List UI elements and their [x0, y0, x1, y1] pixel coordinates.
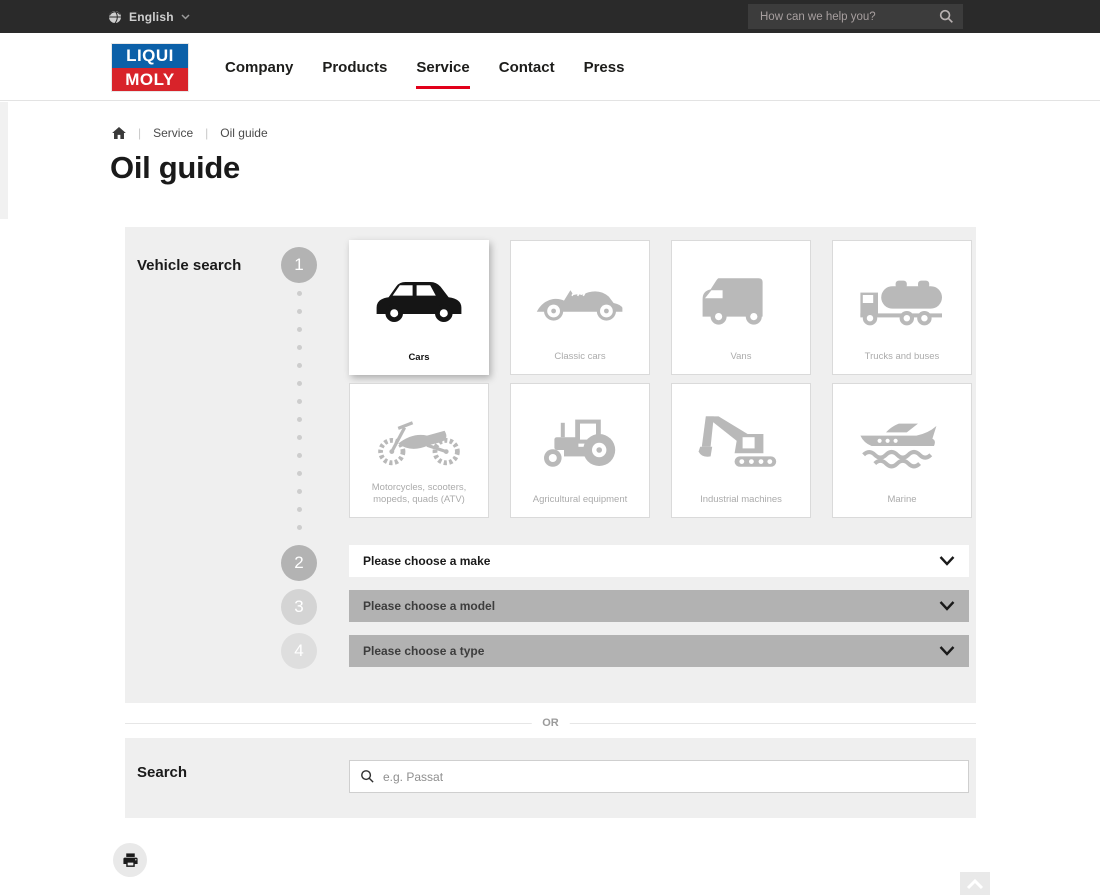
type-dropdown[interactable]: Please choose a type [349, 635, 969, 667]
step-trail-dot [297, 435, 302, 440]
tile-agricultural-equipment[interactable]: Agricultural equipment [510, 383, 650, 518]
chevron-down-icon [181, 14, 190, 20]
oil-guide-page: English LIQUI MOLY Company Products Serv… [0, 0, 1100, 895]
tile-label: Trucks and buses [838, 351, 966, 363]
text-search-panel: Search [125, 738, 976, 818]
tile-industrial-machines[interactable]: Industrial machines [671, 383, 811, 518]
site-search-input[interactable] [748, 11, 939, 23]
step-trail-dot [297, 507, 302, 512]
vehicle-search-label: Vehicle search [137, 257, 241, 274]
chevron-down-icon [939, 646, 955, 656]
nav-item-press[interactable]: Press [584, 53, 625, 82]
language-label: English [129, 10, 174, 24]
globe-icon [108, 10, 122, 24]
nav-item-company[interactable]: Company [225, 53, 293, 82]
car-icon [371, 262, 467, 334]
step-circle-4: 4 [281, 633, 317, 669]
step-circle-2: 2 [281, 545, 317, 581]
page-title: Oil guide [110, 150, 240, 186]
or-divider: OR [125, 714, 976, 732]
tile-label: Classic cars [516, 351, 644, 363]
search-label: Search [137, 764, 187, 781]
step-trail-dot [297, 381, 302, 386]
breadcrumb-service[interactable]: Service [153, 126, 193, 140]
nav-item-service[interactable]: Service [416, 53, 469, 82]
classic-car-icon [532, 263, 628, 335]
home-icon[interactable] [112, 127, 126, 139]
step-trail-dot [297, 489, 302, 494]
model-dropdown-label: Please choose a model [363, 599, 939, 613]
language-selector[interactable]: English [108, 0, 190, 33]
printer-icon [122, 852, 139, 869]
step-circle-1: 1 [281, 247, 317, 283]
make-dropdown-label: Please choose a make [363, 554, 939, 568]
or-label: OR [531, 714, 570, 732]
tile-vans[interactable]: Vans [671, 240, 811, 375]
tile-label: Marine [838, 494, 966, 506]
motorcycle-icon [371, 406, 467, 478]
step-trail-dot [297, 363, 302, 368]
nav-item-products[interactable]: Products [322, 53, 387, 82]
tile-classic-cars[interactable]: Classic cars [510, 240, 650, 375]
chevron-down-icon [939, 601, 955, 611]
step-trail-dot [297, 417, 302, 422]
tile-cars[interactable]: Cars [349, 240, 489, 375]
breadcrumb-separator: | [138, 126, 141, 140]
tile-label: Cars [354, 352, 484, 364]
liqui-moly-logo[interactable]: LIQUI MOLY [112, 44, 188, 91]
type-dropdown-label: Please choose a type [363, 644, 939, 658]
site-search-box [748, 4, 963, 29]
step-trail-dot [297, 471, 302, 476]
boat-icon [854, 406, 950, 478]
print-button[interactable] [113, 843, 147, 877]
model-dropdown[interactable]: Please choose a model [349, 590, 969, 622]
search-icon [360, 769, 375, 784]
tile-label: Vans [677, 351, 805, 363]
step-trail-dot [297, 453, 302, 458]
van-icon [693, 263, 789, 335]
tractor-icon [532, 406, 628, 478]
search-icon[interactable] [939, 9, 954, 24]
vehicle-search-panel: Vehicle search 1 2 3 4 Cars Classic [125, 227, 976, 703]
main-header: LIQUI MOLY Company Products Service Cont… [0, 33, 1100, 101]
scroll-to-top-button[interactable] [960, 872, 990, 895]
chevron-up-icon [966, 879, 984, 890]
excavator-icon [693, 406, 789, 478]
nav-item-contact[interactable]: Contact [499, 53, 555, 82]
tile-label: Agricultural equipment [516, 494, 644, 506]
make-dropdown[interactable]: Please choose a make [349, 545, 969, 577]
step-circle-3: 3 [281, 589, 317, 625]
tile-label: Motorcycles, scooters, mopeds, quads (AT… [355, 482, 483, 505]
vehicle-search-input[interactable] [383, 770, 958, 784]
breadcrumb-oil-guide: Oil guide [220, 126, 267, 140]
breadcrumb-separator: | [205, 126, 208, 140]
logo-line1: LIQUI [112, 44, 188, 68]
truck-icon [854, 263, 950, 335]
tile-marine[interactable]: Marine [832, 383, 972, 518]
main-nav: Company Products Service Contact Press [225, 33, 653, 101]
tile-trucks-and-buses[interactable]: Trucks and buses [832, 240, 972, 375]
breadcrumb: | Service | Oil guide [112, 126, 268, 140]
tile-label: Industrial machines [677, 494, 805, 506]
chevron-down-icon [939, 556, 955, 566]
step-trail-dot [297, 309, 302, 314]
step-trail-dot [297, 291, 302, 296]
step-trail-dot [297, 345, 302, 350]
step-trail-dot [297, 399, 302, 404]
top-utility-bar: English [0, 0, 1100, 33]
tile-motorcycles[interactable]: Motorcycles, scooters, mopeds, quads (AT… [349, 383, 489, 518]
logo-line2: MOLY [112, 68, 188, 91]
page-background-strip [0, 102, 8, 219]
step-trail-dot [297, 327, 302, 332]
step-trail-dot [297, 525, 302, 530]
vehicle-search-field [349, 760, 969, 793]
